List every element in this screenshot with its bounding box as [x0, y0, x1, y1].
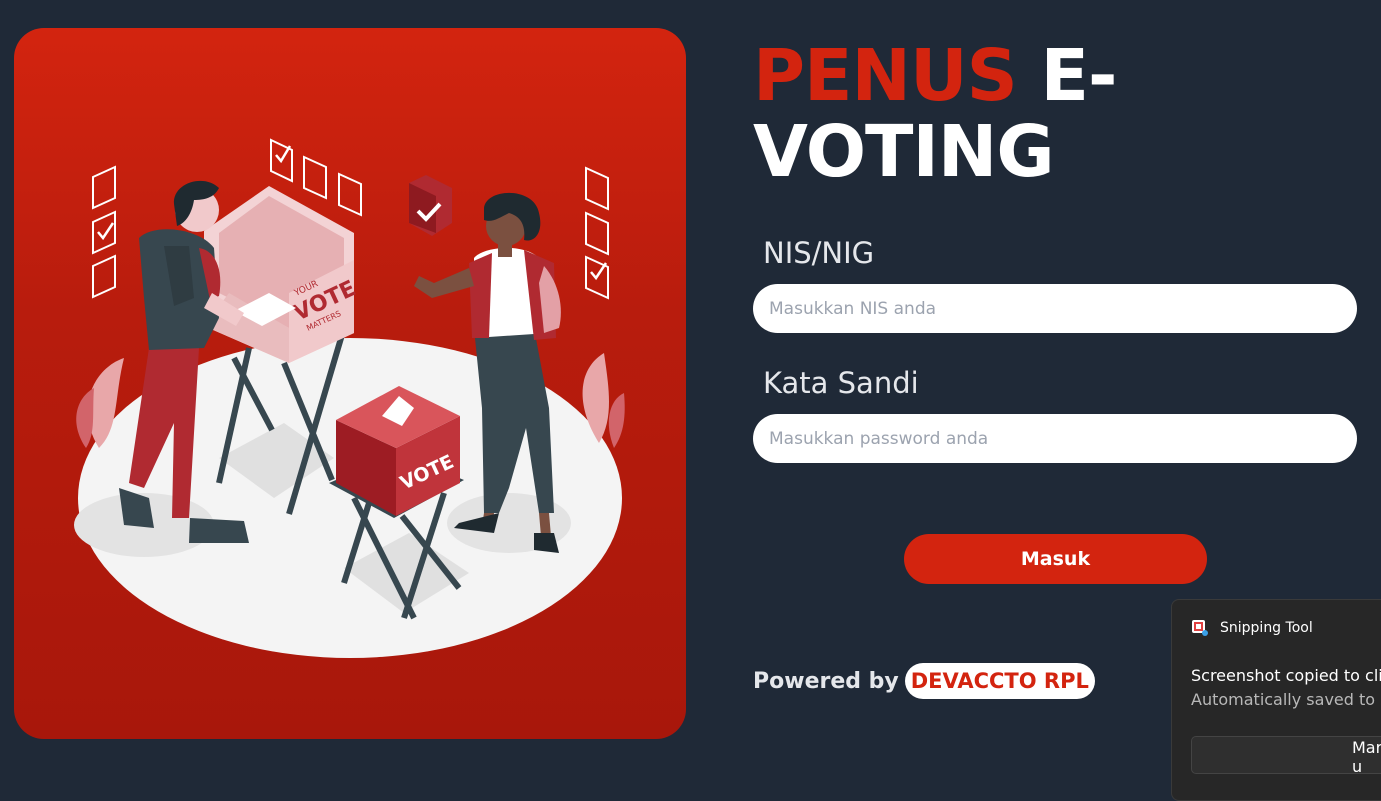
markup-button[interactable]: Mark-u [1191, 736, 1381, 776]
toast-app-name: Snipping Tool [1220, 620, 1313, 636]
toast-sub-message: Automatically saved to sc [1191, 690, 1381, 709]
voting-illustration: YOUR VOTE MATTERS VOTE [74, 138, 625, 658]
login-button[interactable]: Masuk [904, 534, 1207, 584]
toast-message: Screenshot copied to clip [1191, 666, 1381, 685]
check-badge-icon [409, 175, 452, 236]
powered-by-text: Powered by [753, 668, 899, 694]
title-accent: PENUS [753, 34, 1018, 117]
toast-header: Snipping Tool [1190, 618, 1313, 638]
powered-by: Powered by DEVACCTO RPL [753, 660, 1095, 702]
brand-badge: DEVACCTO RPL [904, 663, 1095, 699]
hero-illustration-panel: YOUR VOTE MATTERS VOTE [14, 28, 686, 739]
nis-input[interactable] [753, 284, 1357, 333]
password-input[interactable] [753, 414, 1357, 463]
nis-label: NIS/NIG [763, 236, 875, 270]
snipping-tool-icon [1192, 620, 1208, 636]
password-label: Kata Sandi [763, 366, 919, 400]
page-title: PENUS E-VOTING [753, 38, 1173, 190]
snipping-tool-notification[interactable]: Snipping Tool Screenshot copied to clip … [1171, 599, 1381, 801]
